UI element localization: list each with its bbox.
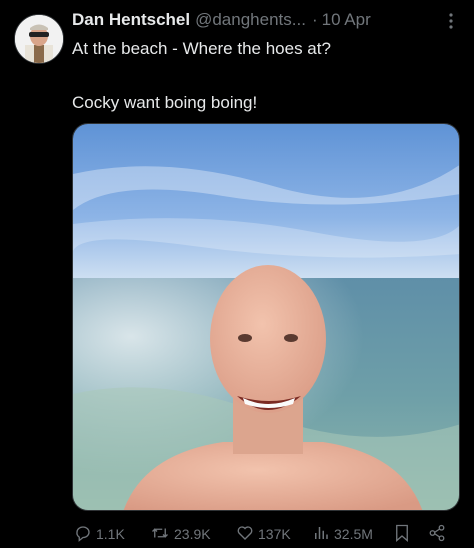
- reply-count: 1.1K: [96, 526, 125, 542]
- reply-icon: [74, 524, 96, 545]
- avatar[interactable]: [14, 14, 64, 64]
- tweet[interactable]: Dan Hentschel @danghents... · 10 Apr At …: [0, 0, 474, 548]
- tweet-date[interactable]: 10 Apr: [322, 10, 371, 30]
- author-handle[interactable]: @danghents...: [195, 10, 306, 30]
- like-count: 137K: [258, 526, 291, 542]
- views-chart-icon: [312, 524, 334, 545]
- tweet-text-line1: At the beach - Where the hoes at?: [72, 39, 331, 58]
- heart-icon: [236, 524, 258, 545]
- tweet-text-line2: Cocky want boing boing!: [72, 93, 258, 112]
- separator-dot: ·: [311, 10, 318, 29]
- repost-count: 23.9K: [174, 526, 211, 542]
- views-count: 32.5M: [334, 526, 373, 542]
- tweet-actions: 1.1K 23.9K 137K 32.5M: [72, 522, 460, 546]
- share-button[interactable]: [428, 524, 450, 545]
- more-dots-icon[interactable]: [442, 12, 460, 30]
- views-button[interactable]: 32.5M: [312, 524, 373, 545]
- reply-button[interactable]: 1.1K: [74, 524, 125, 545]
- repost-button[interactable]: 23.9K: [150, 524, 211, 545]
- tweet-header: Dan Hentschel @danghents... · 10 Apr: [72, 10, 460, 32]
- author-name[interactable]: Dan Hentschel: [72, 10, 190, 30]
- like-button[interactable]: 137K: [236, 524, 291, 545]
- tweet-photo[interactable]: [72, 123, 460, 511]
- share-icon: [428, 524, 450, 545]
- repost-icon: [150, 524, 174, 545]
- bookmark-button[interactable]: [394, 524, 414, 545]
- bookmark-icon: [394, 524, 414, 545]
